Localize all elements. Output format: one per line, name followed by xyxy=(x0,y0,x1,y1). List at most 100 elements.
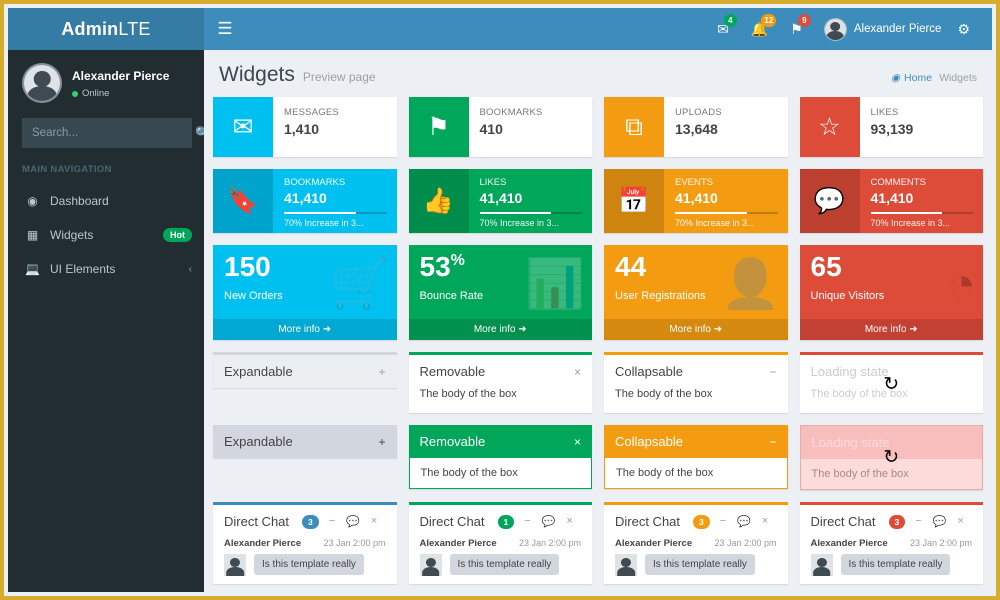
small-box-user-registrations[interactable]: 44 User Registrations 👤 More info ➜ xyxy=(604,245,788,340)
user-menu[interactable]: Alexander Pierce xyxy=(814,17,952,41)
message-row: Is this template really xyxy=(419,554,582,576)
box-collapsable: Collapsable − The body of the box xyxy=(604,352,788,413)
sidebar-toggle-button[interactable]: ☰ xyxy=(204,8,246,50)
info-box-messages[interactable]: ✉ MESSAGES 1,410 xyxy=(213,97,397,157)
small-box-footer[interactable]: More info ➜ xyxy=(604,319,788,340)
close-icon[interactable]: × xyxy=(574,365,581,379)
small-box-footer[interactable]: More info ➜ xyxy=(799,319,983,340)
small-box-footer[interactable]: More info ➜ xyxy=(408,319,592,340)
info-box-uploads[interactable]: ⧉ UPLOADS 13,648 xyxy=(604,97,788,157)
box-body: Alexander Pierce 23 Jan 2:00 pm Is this … xyxy=(800,538,984,584)
avatar xyxy=(810,554,833,576)
sidebar-item-label: UI Elements xyxy=(50,262,116,276)
box-expandable: Expandable + xyxy=(213,352,397,388)
copy-icon: ⧉ xyxy=(604,97,664,157)
info-box-comments-progress[interactable]: 💬 COMMENTS 41,410 70% Increase in 3... xyxy=(799,169,983,233)
box-body: The body of the box xyxy=(604,458,788,489)
minus-icon[interactable]: − xyxy=(720,515,726,528)
box-title: Collapsable xyxy=(615,364,683,379)
info-box-desc: 70% Increase in 3... xyxy=(479,218,560,228)
info-box-bookmarks-progress[interactable]: 🔖 BOOKMARKS 41,410 70% Increase in 3... xyxy=(213,169,397,233)
box-row: Expandable + Removable × The body of the… xyxy=(207,352,989,425)
search-icon[interactable]: 🔍 xyxy=(195,126,204,140)
info-box-title: LIKES xyxy=(870,107,899,118)
close-icon[interactable]: × xyxy=(574,435,581,449)
box-title: Direct Chat xyxy=(810,514,876,529)
info-box-likes-progress[interactable]: 👍 LIKES 41,410 70% Increase in 3... xyxy=(408,169,592,233)
minus-icon[interactable]: − xyxy=(915,515,921,528)
direct-chat-warning: Direct Chat 3 − 💬 × Alexander Pierce 23 … xyxy=(604,502,788,584)
message-text: Is this template really xyxy=(840,554,951,575)
online-dot-icon xyxy=(72,90,78,97)
comments-icon[interactable]: 💬 xyxy=(346,515,360,528)
info-box-title: BOOKMARKS xyxy=(284,177,346,188)
box-title: Expandable xyxy=(224,434,293,449)
small-box-bounce-rate[interactable]: 53% Bounce Rate 📊 More info ➜ xyxy=(408,245,592,340)
star-icon: ☆ xyxy=(799,97,860,157)
page-title: Widgets xyxy=(219,63,295,86)
info-box-title: BOOKMARKS xyxy=(479,107,543,118)
message-header: Alexander Pierce 23 Jan 2:00 pm xyxy=(420,538,582,549)
search-input[interactable] xyxy=(23,127,195,139)
close-icon[interactable]: × xyxy=(957,515,963,528)
comments-icon: 💬 xyxy=(799,169,860,233)
chat-badge: 3 xyxy=(693,514,710,529)
minus-icon[interactable]: − xyxy=(769,365,776,379)
info-box-title: LIKES xyxy=(479,177,507,188)
box-header: Direct Chat 3 − 💬 × xyxy=(213,505,397,538)
sidebar-item-ui-elements[interactable]: 💻 UI Elements ‹ xyxy=(8,252,204,286)
messages-icon[interactable]: ✉ 4 xyxy=(706,8,740,50)
box-body: The body of the box xyxy=(615,388,713,400)
info-box-likes[interactable]: ☆ LIKES 93,139 xyxy=(799,97,983,157)
widgets-grid: ✉ MESSAGES 1,410 ⚑ BOOKMARKS 410 ⧉ UPLOA… xyxy=(204,97,992,592)
sidebar-nav-header: MAIN NAVIGATION xyxy=(22,164,112,175)
info-box-progress-row: 🔖 BOOKMARKS 41,410 70% Increase in 3... … xyxy=(207,169,989,245)
small-box-footer[interactable]: More info ➜ xyxy=(213,319,397,340)
brand-logo[interactable]: Admin LTE xyxy=(8,8,204,50)
sidebar-search[interactable]: 🔍 xyxy=(22,118,204,148)
small-box-unique-visitors[interactable]: 65 Unique Visitors ◔ More info ➜ xyxy=(799,245,983,340)
box-header: Direct Chat 3 − 💬 × xyxy=(604,505,788,538)
notifications-icon[interactable]: 🔔 12 xyxy=(740,8,779,50)
tasks-icon[interactable]: ⚑ 9 xyxy=(779,8,814,50)
comments-icon[interactable]: 💬 xyxy=(933,515,947,528)
envelope-icon: ✉ xyxy=(213,97,273,157)
plus-icon[interactable]: + xyxy=(378,365,385,379)
minus-icon[interactable]: − xyxy=(524,515,530,528)
close-icon[interactable]: × xyxy=(762,515,768,528)
gears-icon[interactable]: ⚙ xyxy=(951,8,982,50)
info-box-title: EVENTS xyxy=(675,177,714,188)
plus-icon[interactable]: + xyxy=(378,435,385,449)
close-icon[interactable]: × xyxy=(371,515,377,528)
info-box-bookmarks[interactable]: ⚑ BOOKMARKS 410 xyxy=(408,97,592,157)
messages-badge: 4 xyxy=(723,14,737,27)
direct-chat-row: Direct Chat 3 − 💬 × Alexander Pierce 23 … xyxy=(207,502,989,592)
laptop-icon: 💻 xyxy=(25,262,40,276)
sidebar-item-dashboard[interactable]: ◉ Dashboard xyxy=(8,184,204,218)
small-box-new-orders[interactable]: 150 New Orders 🛒 More info ➜ xyxy=(213,245,397,340)
dashboard-icon: ◉ xyxy=(890,72,901,84)
box-body: Alexander Pierce 23 Jan 2:00 pm Is this … xyxy=(213,538,397,584)
box-title: Collapsable xyxy=(615,434,683,449)
comments-icon[interactable]: 💬 xyxy=(542,515,556,528)
avatar xyxy=(823,17,847,41)
box-header: Removable × xyxy=(408,425,592,458)
comments-icon[interactable]: 💬 xyxy=(737,515,751,528)
widgets-icon: ▦ xyxy=(26,228,39,242)
tasks-badge: 9 xyxy=(797,14,811,27)
close-icon[interactable]: × xyxy=(566,515,572,528)
info-box-events-progress[interactable]: 📅 EVENTS 41,410 70% Increase in 3... xyxy=(604,169,788,233)
minus-icon[interactable]: − xyxy=(769,435,776,449)
progress-bar xyxy=(675,212,778,214)
sidebar-item-label: Dashboard xyxy=(50,194,109,208)
breadcrumb-home[interactable]: ◉ Home xyxy=(891,72,932,84)
sidebar-user-panel[interactable]: Alexander Pierce Online xyxy=(8,50,204,116)
chat-badge: 3 xyxy=(888,514,906,529)
sidebar-item-widgets[interactable]: ▦ Widgets Hot xyxy=(8,218,204,252)
info-box-desc: 70% Increase in 3... xyxy=(870,218,951,228)
minus-icon[interactable]: − xyxy=(329,515,335,528)
solid-box-loading-state: Loading state The body of the box ↻ xyxy=(799,425,983,490)
bookmark-icon: 🔖 xyxy=(213,169,273,233)
bar-chart-icon: 📊 xyxy=(525,258,585,311)
message-text: Is this template really xyxy=(645,554,755,575)
